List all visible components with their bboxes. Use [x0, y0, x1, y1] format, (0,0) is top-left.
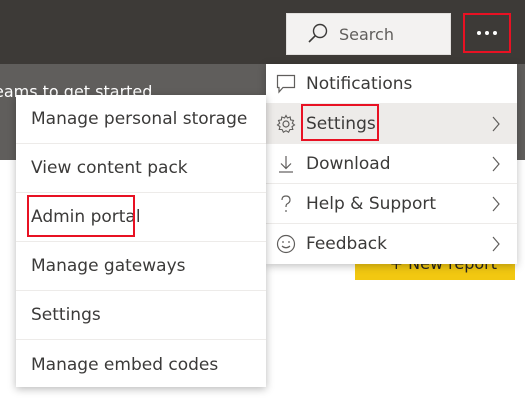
chevron-right-icon	[492, 116, 500, 132]
download-icon	[275, 153, 297, 175]
menu-item-label: Help & Support	[306, 193, 437, 214]
speech-bubble-icon	[275, 73, 297, 95]
menu-item-label: Notifications	[306, 73, 413, 94]
menu-item-download[interactable]: Download	[266, 144, 517, 184]
submenu-item-manage-embed-codes[interactable]: Manage embed codes	[16, 340, 266, 389]
ellipsis-icon	[477, 31, 497, 35]
search-icon	[308, 23, 328, 43]
smiley-icon	[275, 233, 297, 255]
menu-item-label: Download	[306, 153, 391, 174]
menu-item-help-support[interactable]: Help & Support	[266, 184, 517, 224]
question-icon	[275, 193, 297, 215]
gear-icon	[275, 113, 297, 135]
submenu-item-manage-personal-storage[interactable]: Manage personal storage	[16, 95, 266, 144]
submenu-item-view-content-pack[interactable]: View content pack	[16, 144, 266, 193]
chevron-right-icon	[492, 236, 500, 252]
top-header: Search	[0, 0, 525, 64]
submenu-item-manage-gateways[interactable]: Manage gateways	[16, 242, 266, 291]
submenu-item-admin-portal[interactable]: Admin portal	[16, 193, 266, 242]
menu-item-label: Feedback	[306, 234, 387, 254]
menu-item-label: Settings	[306, 113, 376, 134]
menu-item-feedback[interactable]: Feedback	[266, 224, 517, 264]
chevron-right-icon	[492, 156, 500, 172]
search-placeholder: Search	[339, 24, 394, 44]
chevron-right-icon	[492, 196, 500, 212]
menu-item-settings[interactable]: Settings	[266, 104, 517, 144]
settings-submenu: Manage personal storage View content pac…	[16, 95, 266, 387]
submenu-item-settings[interactable]: Settings	[16, 291, 266, 340]
more-options-button[interactable]	[463, 13, 511, 53]
more-options-menu: Notifications Settings Download Help & S…	[266, 64, 517, 264]
menu-item-notifications[interactable]: Notifications	[266, 64, 517, 104]
search-box[interactable]: Search	[286, 13, 451, 55]
